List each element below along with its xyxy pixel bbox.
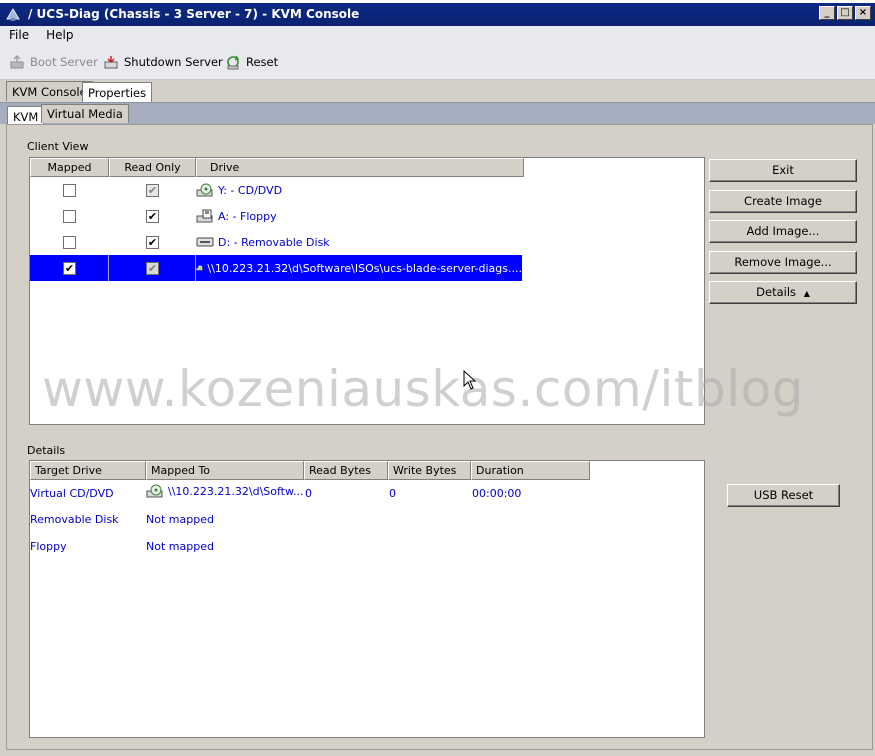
mapped-to-cell: Not mapped xyxy=(146,540,214,553)
boot-server-icon xyxy=(10,54,24,69)
add-image-button[interactable]: Add Image... xyxy=(709,220,857,243)
maximize-button[interactable]: □ xyxy=(837,6,853,20)
details-table: Target Drive Mapped To Read Bytes Write … xyxy=(29,460,705,738)
column-drive[interactable]: Drive xyxy=(196,158,524,177)
column-mapped[interactable]: Mapped xyxy=(30,158,109,177)
tab-properties[interactable]: Properties xyxy=(82,82,153,102)
details-header: Target Drive Mapped To Read Bytes Write … xyxy=(30,461,590,480)
client-view-label: Client View xyxy=(27,140,89,153)
mapped-to-cell: Not mapped xyxy=(146,513,214,526)
close-button[interactable]: × xyxy=(855,6,871,20)
drive-label: Y: - CD/DVD xyxy=(218,183,283,197)
iso-image-icon xyxy=(196,265,203,271)
drive-label: A: - Floppy xyxy=(218,209,277,223)
window-title: / UCS-Diag (Chassis - 3 Server - 7) - KV… xyxy=(28,7,360,21)
collapse-arrow-icon: ▲ xyxy=(803,289,810,298)
shutdown-server-label: Shutdown Server xyxy=(124,55,223,69)
inner-tab-strip: KVM Virtual Media xyxy=(0,102,875,125)
tab-kvm-console[interactable]: KVM Console xyxy=(6,81,93,101)
column-mapped-to[interactable]: Mapped To xyxy=(146,461,304,480)
column-target-drive[interactable]: Target Drive xyxy=(30,461,146,480)
details-label-heading: Details xyxy=(27,444,66,457)
tab-virtual-media[interactable]: Virtual Media xyxy=(41,104,129,123)
read-only-checkbox: ✔ xyxy=(146,183,159,197)
table-row-selected[interactable]: ✔ ✔ \\10.223.21.32\d\Software\ISOs\ucs-b… xyxy=(30,255,522,281)
reset-label: Reset xyxy=(246,55,279,69)
cd-dvd-icon xyxy=(196,183,213,197)
outer-tab-strip: KVM Console Properties xyxy=(0,80,875,102)
target-drive-cell: Removable Disk xyxy=(30,513,119,526)
duration-cell: 00:00:00 xyxy=(472,487,522,500)
target-drive-cell: Floppy xyxy=(30,540,67,553)
floppy-icon xyxy=(196,209,213,223)
toolbar: Boot Server Shutdown Server Reset xyxy=(0,46,875,80)
menu-bar: File Help xyxy=(0,26,875,46)
create-image-button[interactable]: Create Image xyxy=(709,190,857,213)
mapped-checkbox[interactable]: ✔ xyxy=(63,261,76,275)
kvm-app-icon xyxy=(6,8,20,21)
read-only-checkbox[interactable]: ✔ xyxy=(146,209,159,223)
column-read-bytes[interactable]: Read Bytes xyxy=(304,461,388,480)
iso-image-icon xyxy=(146,484,163,498)
minimize-button[interactable]: _ xyxy=(819,6,835,20)
details-label: Details xyxy=(756,285,797,299)
drive-label: D: - Removable Disk xyxy=(218,235,330,249)
boot-server-label: Boot Server xyxy=(30,55,98,69)
reset-button[interactable]: Reset xyxy=(225,54,278,70)
reset-icon xyxy=(227,55,240,70)
details-button[interactable]: Details ▲ xyxy=(709,281,857,304)
column-read-only[interactable]: Read Only xyxy=(109,158,196,177)
column-duration[interactable]: Duration xyxy=(471,461,590,480)
mapped-checkbox[interactable] xyxy=(63,209,76,223)
read-only-checkbox: ✔ xyxy=(146,261,159,275)
title-bar: / UCS-Diag (Chassis - 3 Server - 7) - KV… xyxy=(0,0,875,26)
usb-reset-button[interactable]: USB Reset xyxy=(727,484,840,507)
shutdown-server-icon xyxy=(104,56,118,69)
read-bytes-cell: 0 xyxy=(305,487,312,500)
write-bytes-cell: 0 xyxy=(389,487,396,500)
menu-file[interactable]: File xyxy=(0,26,37,46)
mapped-checkbox[interactable] xyxy=(63,183,76,197)
mapped-to-cell: \\10.223.21.32\d\Softw... xyxy=(146,484,304,498)
client-view-table: Mapped Read Only Drive ✔ Y: - CD/DVD ✔ A… xyxy=(29,157,705,425)
table-row[interactable]: ✔ A: - Floppy xyxy=(30,203,522,229)
client-view-header: Mapped Read Only Drive xyxy=(30,158,524,177)
column-write-bytes[interactable]: Write Bytes xyxy=(388,461,471,480)
drive-label: \\10.223.21.32\d\Software\ISOs\ucs-blade… xyxy=(207,261,522,275)
exit-button[interactable]: Exit xyxy=(709,159,857,182)
read-only-checkbox[interactable]: ✔ xyxy=(146,235,159,249)
virtual-media-panel: Client View Mapped Read Only Drive ✔ Y: … xyxy=(6,124,873,750)
table-row[interactable]: ✔ Y: - CD/DVD xyxy=(30,177,522,203)
shutdown-server-button[interactable]: Shutdown Server xyxy=(103,54,223,70)
remove-image-button[interactable]: Remove Image... xyxy=(709,251,857,274)
mouse-cursor-icon xyxy=(463,370,477,390)
tab-kvm[interactable]: KVM xyxy=(7,106,45,125)
removable-disk-icon xyxy=(196,237,214,247)
menu-help[interactable]: Help xyxy=(37,26,81,46)
mapped-checkbox[interactable] xyxy=(63,235,76,249)
table-row[interactable]: ✔ D: - Removable Disk xyxy=(30,229,522,255)
target-drive-cell: Virtual CD/DVD xyxy=(30,487,114,500)
boot-server-button[interactable]: Boot Server xyxy=(9,54,98,70)
mapped-to-text: \\10.223.21.32\d\Softw... xyxy=(168,484,304,498)
